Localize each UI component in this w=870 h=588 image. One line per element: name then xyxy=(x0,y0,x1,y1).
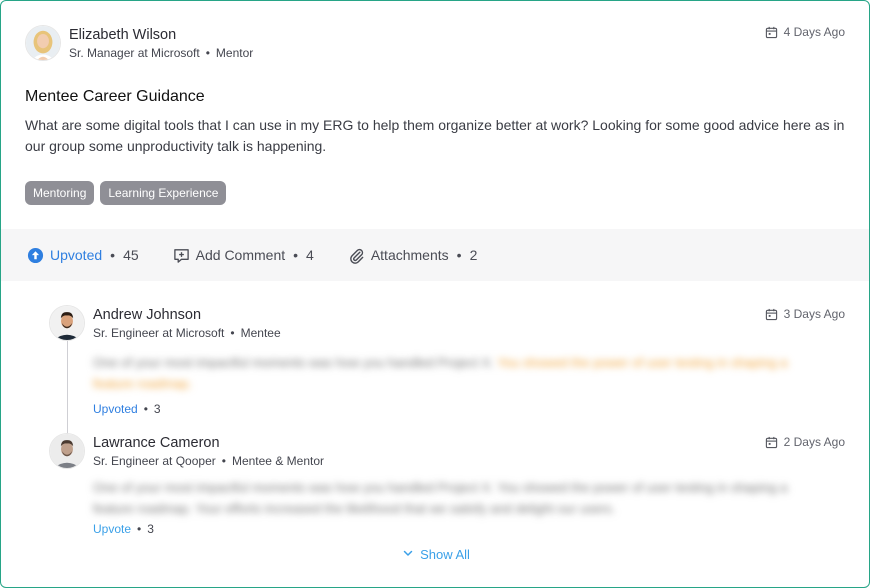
comment-upvote-button[interactable]: Upvote xyxy=(93,522,131,536)
attachments-button[interactable]: Attachments • 2 xyxy=(348,247,478,264)
calendar-icon xyxy=(765,26,778,39)
add-comment-button[interactable]: Add Comment • 4 xyxy=(173,247,314,264)
separator-dot: • xyxy=(205,46,210,60)
author-name[interactable]: Elizabeth Wilson xyxy=(69,27,176,43)
comment-upvote-button[interactable]: Upvoted xyxy=(93,402,138,416)
chevron-down-icon xyxy=(402,547,414,562)
post-card: Elizabeth Wilson Sr. Manager at Microsof… xyxy=(0,0,870,588)
calendar-icon xyxy=(765,308,778,321)
comment-time: 3 Days Ago xyxy=(765,307,845,321)
post-header: Elizabeth Wilson Sr. Manager at Microsof… xyxy=(25,25,845,65)
commenter-name[interactable]: Andrew Johnson xyxy=(93,307,201,323)
add-comment-label: Add Comment xyxy=(195,247,286,263)
post-time: 4 Days Ago xyxy=(765,25,845,39)
separator-dot: • xyxy=(456,247,462,263)
tag-list: Mentoring Learning Experience xyxy=(25,181,227,205)
comment-item: Andrew Johnson Sr. Engineer at Microsoft… xyxy=(49,305,845,417)
action-bar: Upvoted • 45 Add Comment • 4 Attachments… xyxy=(1,229,869,281)
post-body: What are some digital tools that I can u… xyxy=(25,117,845,154)
separator-dot: • xyxy=(137,522,142,536)
comment-time-label: 3 Days Ago xyxy=(783,307,845,321)
commenter-role: Mentee xyxy=(240,326,281,340)
comment-text: One of your most impactful moments was h… xyxy=(93,352,793,394)
commenter-meta: Sr. Engineer at Microsoft • Mentee xyxy=(93,326,281,340)
comment-vote: Upvoted • 3 xyxy=(93,402,161,416)
add-comment-icon xyxy=(173,247,190,264)
commenter-avatar[interactable] xyxy=(49,433,85,469)
commenter-role: Mentee & Mentor xyxy=(231,454,324,468)
separator-dot: • xyxy=(221,454,226,468)
comment-item: Lawrance Cameron Sr. Engineer at Qooper •… xyxy=(49,433,845,545)
separator-dot: • xyxy=(110,247,116,263)
attachments-count: 2 xyxy=(469,247,478,263)
commenter-meta: Sr. Engineer at Qooper • Mentee & Mentor xyxy=(93,454,324,468)
post-title: Mentee Career Guidance xyxy=(25,88,205,105)
tag-mentoring[interactable]: Mentoring xyxy=(25,181,95,205)
commenter-title: Sr. Engineer at Microsoft xyxy=(93,326,225,340)
upvote-count: 45 xyxy=(123,247,139,263)
paperclip-icon xyxy=(348,247,365,264)
show-all-button[interactable]: Show All xyxy=(1,547,869,562)
attachments-label: Attachments xyxy=(370,247,449,263)
comment-vote: Upvote • 3 xyxy=(93,522,154,536)
upvote-label: Upvoted xyxy=(50,247,103,263)
author-role: Mentor xyxy=(215,46,254,60)
comment-vote-count: 3 xyxy=(153,402,161,416)
post-time-label: 4 Days Ago xyxy=(783,25,845,39)
comment-vote-count: 3 xyxy=(147,522,154,536)
separator-dot: • xyxy=(293,247,299,263)
commenter-title: Sr. Engineer at Qooper xyxy=(93,454,216,468)
commenter-name[interactable]: Lawrance Cameron xyxy=(93,435,220,451)
tag-learning-experience[interactable]: Learning Experience xyxy=(100,181,227,205)
author-meta: Sr. Manager at Microsoft • Mentor xyxy=(69,46,253,60)
show-all-label: Show All xyxy=(420,547,470,562)
separator-dot: • xyxy=(143,402,148,416)
comment-count: 4 xyxy=(306,247,314,263)
upvote-button[interactable]: Upvoted • 45 xyxy=(27,247,139,264)
upvote-arrow-icon xyxy=(27,247,44,264)
comment-time: 2 Days Ago xyxy=(765,435,845,449)
comment-text-plain: One of your most impactful moments was h… xyxy=(93,355,495,370)
separator-dot: • xyxy=(230,326,235,340)
author-title: Sr. Manager at Microsoft xyxy=(69,46,200,60)
commenter-avatar[interactable] xyxy=(49,305,85,341)
author-avatar[interactable] xyxy=(25,25,61,61)
comment-time-label: 2 Days Ago xyxy=(783,435,845,449)
comment-text: One of your most impactful moments was h… xyxy=(93,480,788,516)
calendar-icon xyxy=(765,436,778,449)
